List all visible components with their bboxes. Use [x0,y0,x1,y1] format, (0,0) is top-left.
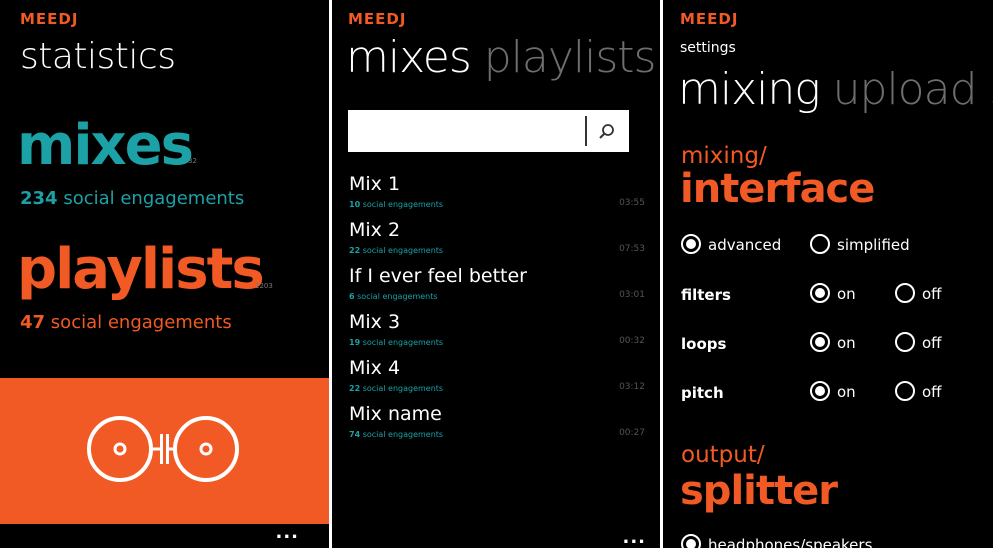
app-logo: MEEDJ [348,10,407,28]
page-title: statistics [20,36,176,77]
radio-unselected-icon [810,234,830,254]
radio-unselected-icon [895,332,915,352]
mix-engagement: 19 social engagements [349,338,444,347]
mix-engagement: 22 social engagements [349,384,444,393]
statistics-screen: MEEDJ statistics mixes 32 234 social eng… [0,0,329,548]
app-bar-more-button[interactable]: ... [622,527,646,548]
playlists-engagement-number: 47 [20,312,46,333]
playlists-heading[interactable]: playlists [17,237,265,302]
mix-duration: 00:32 [619,336,645,346]
brand-tile[interactable] [0,378,329,524]
radio-unselected-icon [895,283,915,303]
radio-selected-icon [681,534,701,548]
app-logo: MEEDJ [680,10,739,28]
loops-label: loops [681,335,727,353]
app-bar-more-button[interactable]: ... [275,522,299,543]
mix-duration: 03:12 [619,382,645,392]
list-item[interactable]: Mix name 74 social engagements 00:27 [349,403,645,449]
radio-unselected-icon [895,381,915,401]
section-title: interface [680,166,875,212]
search-input[interactable] [348,110,629,152]
mix-duration: 00:27 [619,428,645,438]
mix-duration: 07:53 [619,244,645,254]
page-title: settings [680,40,736,56]
mix-engagement: 6 social engagements [349,292,438,301]
app-logo: MEEDJ [20,10,79,28]
list-item[interactable]: If I ever feel better 6 social engagemen… [349,265,645,311]
radio-selected-icon [810,332,830,352]
mixes-count: 32 [188,157,197,165]
list-item[interactable]: Mix 3 19 social engagements 00:32 [349,311,645,357]
list-item[interactable]: Mix 2 22 social engagements 07:53 [349,219,645,265]
mix-engagement: 22 social engagements [349,246,444,255]
section-subtitle: output/ [681,442,765,468]
settings-screen: MEEDJ settings mixing upload s mixing/ i… [663,0,993,548]
pitch-label: pitch [681,384,724,402]
pivot-item-upload[interactable]: upload [833,64,978,115]
pivot-header: mixes playlists s [346,32,660,83]
pivot-item-mixing[interactable]: mixing [678,64,821,115]
pivot-header: mixing upload s [678,64,993,115]
radio-selected-icon [810,283,830,303]
section-title: splitter [680,468,838,514]
mix-duration: 03:55 [619,198,645,208]
list-item[interactable]: Mix 4 22 social engagements 03:12 [349,357,645,403]
mixes-engagement: 234 social engagements [20,188,244,209]
pivot-item-mixes[interactable]: mixes [346,32,472,83]
radio-selected-icon [810,381,830,401]
pivot-item-peek[interactable]: s [990,64,993,115]
pivot-item-playlists[interactable]: playlists [484,32,657,83]
mix-name: Mix name [349,403,442,425]
radio-selected-icon [681,234,701,254]
mix-engagement: 74 social engagements [349,430,444,439]
playlists-count: 1203 [255,282,273,290]
mix-name: Mix 2 [349,219,401,241]
mixes-screen: MEEDJ mixes playlists s Mix 1 10 social … [332,0,660,548]
list-item[interactable]: Mix 1 10 social engagements 03:55 [349,173,645,219]
search-icon[interactable] [597,122,617,142]
mix-name: If I ever feel better [349,265,527,287]
playlists-engagement-text: social engagements [50,312,232,333]
mix-duration: 03:01 [619,290,645,300]
turntables-logo-icon [87,416,239,482]
mixes-engagement-number: 234 [20,188,58,209]
mix-name: Mix 4 [349,357,401,379]
mix-name: Mix 1 [349,173,401,195]
playlists-engagement: 47 social engagements [20,312,232,333]
mixes-engagement-text: social engagements [63,188,245,209]
mixes-heading[interactable]: mixes [17,113,194,178]
mix-name: Mix 3 [349,311,401,333]
filters-label: filters [681,286,731,304]
mix-engagement: 10 social engagements [349,200,444,209]
search-divider [585,116,587,146]
